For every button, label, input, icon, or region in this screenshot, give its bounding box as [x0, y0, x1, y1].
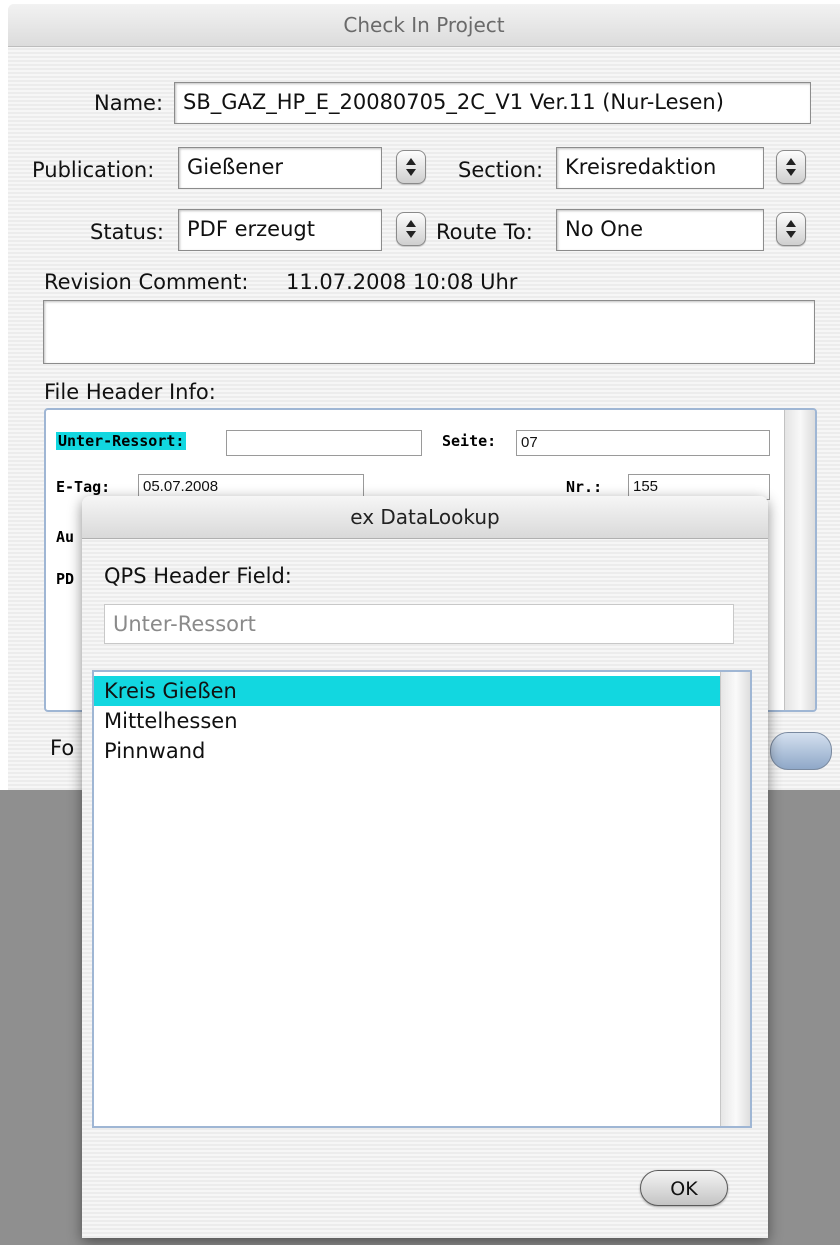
- revision-comment-date: 11.07.2008 10:08 Uhr: [286, 270, 518, 294]
- name-label: Name:: [94, 91, 164, 115]
- list-item-mittelhessen[interactable]: Mittelhessen: [94, 706, 720, 736]
- seite-label: Seite:: [442, 432, 497, 450]
- nr-label: Nr.:: [566, 478, 603, 496]
- section-select[interactable]: Kreisredaktion: [556, 147, 764, 189]
- qps-header-field-label: QPS Header Field:: [104, 564, 292, 588]
- list-item-pinnwand[interactable]: Pinnwand: [94, 736, 720, 766]
- file-header-info-label: File Header Info:: [44, 380, 216, 404]
- name-field[interactable]: SB_GAZ_HP_E_20080705_2C_V1 Ver.11 (Nur-L…: [174, 82, 811, 124]
- window-title[interactable]: Check In Project: [8, 4, 840, 47]
- unter-ressort-field[interactable]: [226, 430, 422, 456]
- e-tag-label: E-Tag:: [56, 478, 111, 496]
- pd-label: PD: [56, 570, 75, 588]
- fo-label: Fo: [50, 736, 75, 760]
- publication-stepper[interactable]: [396, 150, 426, 184]
- data-lookup-dialog: ex DataLookup QPS Header Field: Unter-Re…: [82, 496, 768, 1238]
- publication-label: Publication:: [32, 158, 155, 182]
- section-label: Section:: [458, 158, 544, 182]
- default-button[interactable]: [770, 732, 832, 770]
- qps-header-field[interactable]: Unter-Ressort: [104, 604, 734, 644]
- route-to-stepper[interactable]: [776, 212, 806, 246]
- up-down-arrows-icon: [786, 158, 796, 176]
- route-to-select[interactable]: No One: [556, 209, 764, 251]
- up-down-arrows-icon: [406, 158, 416, 176]
- revision-comment-label: Revision Comment:: [44, 270, 249, 294]
- up-down-arrows-icon: [406, 220, 416, 238]
- publication-select[interactable]: Gießener: [178, 147, 382, 189]
- status-label: Status:: [90, 220, 164, 244]
- au-label: Au: [56, 528, 75, 546]
- dialog-title[interactable]: ex DataLookup: [82, 496, 768, 539]
- revision-comment-input[interactable]: [43, 300, 815, 364]
- list-item-kreis-giessen[interactable]: Kreis Gießen: [94, 676, 720, 706]
- unter-ressort-label: Unter-Ressort:: [56, 432, 187, 450]
- lookup-list[interactable]: Kreis Gießen Mittelhessen Pinnwand: [92, 670, 752, 1128]
- route-to-label: Route To:: [436, 220, 533, 244]
- up-down-arrows-icon: [786, 220, 796, 238]
- ok-button[interactable]: OK: [640, 1170, 728, 1206]
- status-select[interactable]: PDF erzeugt: [178, 209, 382, 251]
- seite-field[interactable]: 07: [516, 430, 770, 456]
- section-stepper[interactable]: [776, 150, 806, 184]
- file-header-scrollbar[interactable]: [784, 410, 815, 710]
- status-stepper[interactable]: [396, 212, 426, 246]
- list-scrollbar[interactable]: [720, 672, 750, 1126]
